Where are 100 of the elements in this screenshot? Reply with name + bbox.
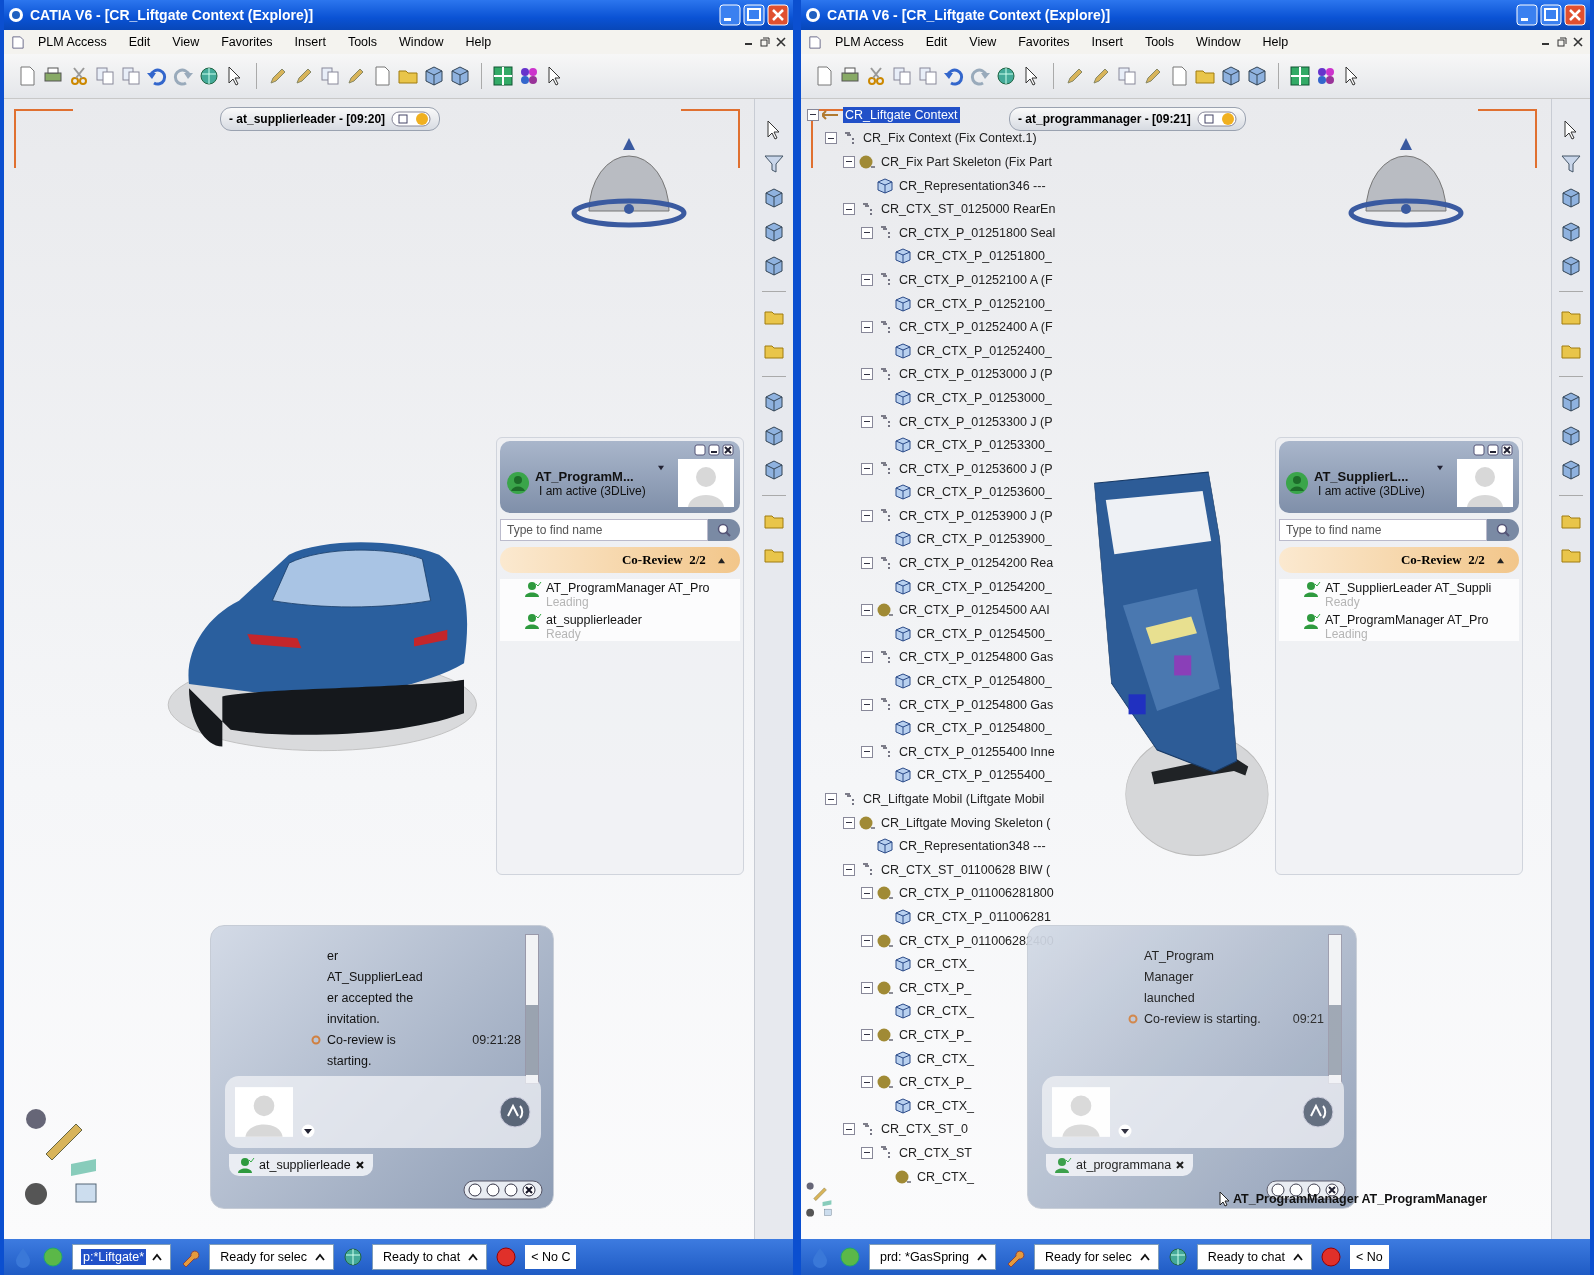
globe-icon[interactable] xyxy=(342,1246,365,1268)
tree-item[interactable]: CR_CTX_P_01254200_ xyxy=(915,578,1054,595)
tree-item[interactable]: CR_CTX_ xyxy=(915,1050,976,1067)
status-dropdown[interactable]: p:*Liftgate* xyxy=(72,1244,172,1270)
close-icon[interactable] xyxy=(1572,36,1584,48)
search-field[interactable]: Type to find name xyxy=(1279,519,1487,541)
collapse-toggle[interactable] xyxy=(861,321,873,334)
search-button[interactable] xyxy=(708,519,740,541)
menu-item[interactable]: PLM Access xyxy=(826,33,913,51)
restore-icon[interactable] xyxy=(759,36,771,48)
tree-item[interactable]: CR_CTX_P_01254500 AAI xyxy=(897,602,1052,619)
session-controls-icon[interactable] xyxy=(391,110,432,128)
user-name[interactable]: AT_SupplierL... xyxy=(1314,468,1425,484)
status-dropdown[interactable]: Ready for selec xyxy=(1033,1244,1159,1270)
collapse-toggle[interactable] xyxy=(843,1123,855,1136)
member-name[interactable]: at_supplierleader xyxy=(546,613,642,627)
collapse-toggle[interactable] xyxy=(825,793,837,805)
tree-item[interactable]: CR_CTX_P_ xyxy=(897,1026,974,1043)
tree-item[interactable]: CR_CTX_P_01254800_ xyxy=(915,720,1054,737)
menu-item[interactable]: View xyxy=(960,33,1006,51)
restore-icon[interactable] xyxy=(694,444,706,456)
menu-item[interactable]: Tools xyxy=(338,33,387,51)
cube-icon[interactable] xyxy=(449,65,471,87)
tree-item[interactable]: CR_CTX_P_01253600_ xyxy=(915,484,1054,501)
user-name[interactable]: AT_ProgramM... xyxy=(535,468,646,484)
menu-item[interactable]: Help xyxy=(456,33,501,51)
tree-item[interactable]: CR_CTX_P_01255400_ xyxy=(915,767,1054,784)
tree-item[interactable]: CR_CTX_ xyxy=(915,1097,976,1114)
dropdown-caret-icon[interactable] xyxy=(1118,1124,1132,1138)
tree-item[interactable]: CR_CTX_P_01253000 J (P xyxy=(897,366,1055,383)
tree-item[interactable]: CR_CTX_P_01254800_ xyxy=(915,673,1054,690)
tree-item[interactable]: CR_CTX_P_ xyxy=(897,979,974,996)
close-button[interactable] xyxy=(767,4,789,26)
menu-item[interactable]: Favorites xyxy=(1009,33,1079,51)
collapse-toggle[interactable] xyxy=(843,863,855,876)
cube-icon[interactable] xyxy=(1560,391,1582,413)
tree-item[interactable]: CR_Liftgate Moving Skeleton ( xyxy=(879,814,1053,831)
tree-item[interactable]: CR_Fix Part Skeleton (Fix Part xyxy=(879,154,1054,170)
tree-item[interactable]: CR_CTX_P_01253300_ xyxy=(915,437,1054,454)
group-header[interactable]: Co-Review 2/2 xyxy=(500,547,740,573)
collapse-toggle[interactable] xyxy=(861,981,873,994)
tree-item[interactable]: CR_CTX_P_01252400_ xyxy=(915,342,1054,359)
tree-item[interactable]: CR_CTX_P_01252400 A (F xyxy=(897,319,1055,336)
cube-icon[interactable] xyxy=(763,221,785,243)
participant-tag[interactable]: at_programmana xyxy=(1046,1154,1194,1176)
document-menu-icon[interactable] xyxy=(10,34,25,50)
tree-item[interactable]: CR_Liftgate Mobil (Liftgate Mobil xyxy=(861,791,1047,807)
session-controls-icon[interactable] xyxy=(1196,110,1237,128)
dropdown-caret-icon[interactable] xyxy=(656,465,665,471)
member-name[interactable]: AT_ProgramManager AT_Pro xyxy=(546,581,710,595)
collapse-toggle[interactable] xyxy=(861,462,873,475)
close-button[interactable] xyxy=(1564,4,1586,26)
tree-item[interactable]: CR_Liftgate Context xyxy=(843,106,960,123)
maximize-button[interactable] xyxy=(743,4,765,26)
cube-icon[interactable] xyxy=(1246,65,1268,87)
cube-icon[interactable] xyxy=(763,459,785,481)
tree-item[interactable]: CR_CTX_P_01254800 Gas xyxy=(897,696,1056,713)
funnel-icon[interactable] xyxy=(1560,153,1582,175)
tree-item[interactable]: CR_CTX_P_01253900 J (P xyxy=(897,507,1055,524)
menu-item[interactable]: View xyxy=(163,33,209,51)
tree-item[interactable]: CR_CTX_P_011006281800 xyxy=(897,885,1056,902)
tree-item[interactable]: CR_CTX_P_01253000_ xyxy=(915,389,1054,406)
menu-item[interactable]: Tools xyxy=(1135,33,1184,51)
restore-icon[interactable] xyxy=(1556,36,1568,48)
cube-icon[interactable] xyxy=(1560,187,1582,209)
globe-icon[interactable] xyxy=(1166,1246,1189,1268)
minimize-button[interactable] xyxy=(1516,4,1538,26)
cube-icon[interactable] xyxy=(763,391,785,413)
collapse-toggle[interactable] xyxy=(861,604,873,617)
tree-item[interactable]: CR_CTX_P_ xyxy=(897,1074,974,1091)
collapse-toggle[interactable] xyxy=(861,1028,873,1041)
collapse-toggle[interactable] xyxy=(861,557,873,570)
collapse-toggle[interactable] xyxy=(843,156,855,168)
tree-item[interactable]: CR_Fix Context (Fix Context.1) xyxy=(861,130,1039,147)
scissors-icon[interactable] xyxy=(865,65,887,87)
status-dropdown[interactable]: Ready to chat xyxy=(372,1244,488,1270)
collapse-toggle[interactable] xyxy=(861,698,873,711)
tree-item[interactable]: CR_CTX_ST_0 xyxy=(879,1121,970,1138)
cube-icon[interactable] xyxy=(1560,221,1582,243)
collapse-toggle[interactable] xyxy=(861,415,873,428)
search-button[interactable] xyxy=(1487,519,1519,541)
cube-icon[interactable] xyxy=(1560,425,1582,447)
window-controls-icon[interactable] xyxy=(463,1180,543,1200)
menu-item[interactable]: Window xyxy=(390,33,453,51)
audio-button[interactable] xyxy=(1302,1096,1334,1128)
scissors-icon[interactable] xyxy=(68,65,90,87)
tree-item[interactable]: CR_CTX_ST xyxy=(897,1144,974,1161)
collapse-toggle[interactable] xyxy=(843,203,855,216)
group-header[interactable]: Co-Review 2/2 xyxy=(1279,547,1519,573)
collapse-toggle[interactable] xyxy=(861,509,873,522)
document-menu-icon[interactable] xyxy=(807,34,822,50)
minimize-icon[interactable] xyxy=(1487,444,1499,456)
tree-item[interactable]: CR_CTX_P_01255400 Inne xyxy=(897,743,1057,760)
menu-item[interactable]: Window xyxy=(1187,33,1250,51)
close-icon[interactable] xyxy=(1501,444,1513,456)
menu-item[interactable]: Favorites xyxy=(212,33,282,51)
cube-icon[interactable] xyxy=(763,255,785,277)
minimize-icon[interactable] xyxy=(708,444,720,456)
status-dropdown[interactable]: prd: *GasSpring xyxy=(869,1244,996,1270)
tree-item[interactable]: CR_CTX_ST_01100628 BIW ( xyxy=(879,861,1053,878)
